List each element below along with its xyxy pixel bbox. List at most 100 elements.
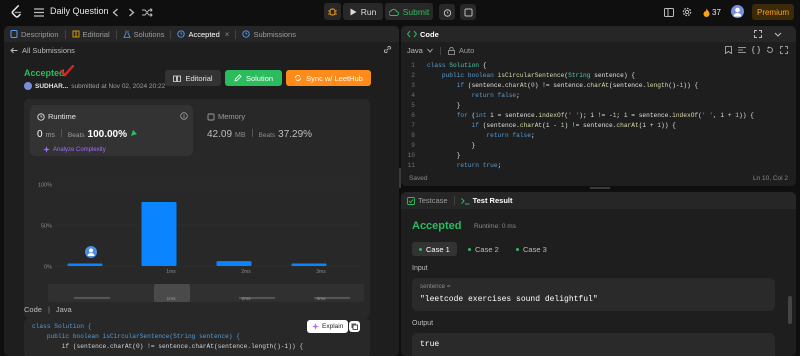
tab-description[interactable]: Description bbox=[4, 26, 65, 42]
premium-button[interactable]: Premium bbox=[752, 4, 794, 20]
tab-test-result-label: Test Result bbox=[472, 196, 513, 205]
leetcode-logo-icon[interactable] bbox=[10, 5, 23, 19]
pass-dot-icon bbox=[516, 247, 519, 251]
format-code-icon[interactable] bbox=[738, 46, 746, 54]
submitter-name[interactable]: SUDHAR... bbox=[35, 83, 68, 90]
runtime-unit: ms bbox=[45, 132, 55, 139]
stat-divider bbox=[251, 129, 253, 137]
arrow-left-icon bbox=[10, 47, 18, 54]
tab-code[interactable]: Code bbox=[401, 26, 445, 42]
run-button[interactable]: Run bbox=[343, 3, 383, 20]
input-variable-value: "leetcode exercises sound delightful" bbox=[420, 295, 598, 304]
fullscreen-icon[interactable] bbox=[780, 46, 788, 54]
tab-editorial[interactable]: Editorial bbox=[66, 26, 116, 42]
performance-card: Runtime 0 ms Beats 100.00% Analyze Compl… bbox=[24, 99, 370, 318]
party-emoji-icon bbox=[131, 130, 138, 136]
clock-icon bbox=[37, 113, 45, 121]
memory-chip-icon bbox=[207, 113, 215, 121]
debug-button[interactable] bbox=[324, 3, 341, 20]
avatar-person-icon bbox=[733, 7, 742, 17]
language-selector[interactable]: Java Auto bbox=[407, 46, 474, 55]
tab-code-label: Code bbox=[420, 29, 439, 39]
shuffle-icon[interactable] bbox=[141, 6, 153, 18]
code-preview-line-1: class Solution { bbox=[32, 323, 91, 333]
all-submissions-link[interactable]: All Submissions bbox=[10, 46, 75, 55]
copy-code-button[interactable] bbox=[349, 321, 360, 332]
slider-tick-label: 1ms bbox=[166, 296, 176, 302]
horizontal-resize-handle[interactable] bbox=[590, 187, 610, 189]
code-token: 1 bbox=[735, 112, 739, 119]
tab-submissions[interactable]: Submissions bbox=[236, 26, 302, 42]
code-token: for bbox=[456, 112, 468, 119]
line-number: 5 bbox=[411, 102, 415, 109]
case-3-tab[interactable]: Case 3 bbox=[509, 242, 554, 256]
notes-button[interactable] bbox=[460, 4, 476, 20]
vertical-resize-handle[interactable] bbox=[399, 168, 401, 188]
y-tick-label: 50% bbox=[41, 224, 52, 230]
bookmark-icon[interactable] bbox=[725, 46, 732, 54]
explain-button[interactable]: Explain bbox=[307, 320, 349, 333]
braces-icon[interactable] bbox=[752, 46, 760, 54]
code-preview-line-2: public boolean isCircularSentence(String… bbox=[32, 333, 240, 343]
line-text: public boolean isCircularSentence(String… bbox=[441, 72, 635, 79]
problem-list-icon[interactable] bbox=[33, 6, 45, 18]
tab-testcase[interactable]: Testcase bbox=[401, 193, 454, 209]
problem-list-title[interactable]: Daily Question bbox=[50, 6, 109, 16]
code-token: if bbox=[471, 122, 479, 129]
red-checkmark-icon bbox=[60, 65, 74, 77]
close-tab-icon[interactable]: × bbox=[225, 30, 230, 39]
note-icon bbox=[464, 8, 472, 16]
solution-button[interactable]: Solution bbox=[225, 70, 282, 86]
share-link-icon[interactable] bbox=[383, 45, 392, 54]
runtime-beats-label: Beats bbox=[67, 132, 85, 139]
chevron-down-icon bbox=[426, 48, 433, 53]
sparkle-icon bbox=[43, 146, 50, 153]
explain-button-label: Explain bbox=[322, 323, 344, 330]
submit-button[interactable]: Submit bbox=[385, 3, 433, 20]
case-3-label: Case 3 bbox=[523, 244, 547, 254]
timer-button[interactable] bbox=[439, 4, 455, 20]
prev-question-icon[interactable] bbox=[109, 6, 121, 18]
tab-accepted[interactable]: Accepted × bbox=[171, 26, 235, 42]
memory-beats-value: 37.29% bbox=[278, 129, 313, 140]
streak-counter[interactable]: 37 bbox=[700, 5, 724, 19]
pencil-edit-icon bbox=[234, 74, 242, 82]
cloud-upload-icon bbox=[388, 8, 399, 16]
case-2-tab[interactable]: Case 2 bbox=[461, 242, 506, 256]
memory-card[interactable]: Memory 42.09 MB Beats 37.29% bbox=[200, 105, 363, 156]
console-tab-bar: Testcase Test Result bbox=[401, 192, 796, 209]
code-token: String bbox=[568, 72, 591, 79]
settings-gear-icon[interactable] bbox=[681, 6, 693, 18]
code-token: if bbox=[456, 82, 465, 89]
user-avatar[interactable] bbox=[731, 5, 744, 18]
reset-code-icon[interactable] bbox=[766, 46, 774, 54]
next-question-icon[interactable] bbox=[125, 6, 137, 18]
case-1-tab[interactable]: Case 1 bbox=[412, 242, 457, 256]
fire-icon bbox=[703, 8, 710, 17]
runtime-distribution-chart[interactable]: 100% 50% 0% 1ms 2ms 3ms 1ms 2ms 3ms bbox=[24, 181, 370, 318]
code-preview-header: Code | Java bbox=[24, 305, 72, 314]
history-icon bbox=[177, 30, 186, 38]
sync-leethub-button[interactable]: Sync w/ LeetHub bbox=[286, 70, 371, 86]
runtime-card[interactable]: Runtime 0 ms Beats 100.00% Analyze Compl… bbox=[30, 105, 193, 156]
code-editor-panel: Code Java Auto 1 class Solution { 2 publi… bbox=[401, 26, 796, 186]
tab-editorial-label: Editorial bbox=[82, 29, 110, 39]
analyze-complexity-link[interactable]: Analyze Complexity bbox=[43, 146, 106, 153]
line-number: 4 bbox=[411, 92, 415, 99]
maximize-icon[interactable] bbox=[754, 30, 762, 38]
console-scrollbar[interactable] bbox=[788, 296, 792, 324]
runtime-value: 0 bbox=[37, 129, 43, 140]
layout-icon[interactable] bbox=[663, 6, 675, 18]
code-token: charAt bbox=[519, 122, 543, 129]
info-icon[interactable] bbox=[180, 112, 188, 120]
line-number: 2 bbox=[411, 72, 415, 79]
memory-unit: MB bbox=[235, 132, 246, 139]
tab-submissions-label: Submissions bbox=[253, 29, 296, 39]
tab-test-result[interactable]: Test Result bbox=[455, 193, 519, 209]
tab-solutions[interactable]: Solutions bbox=[117, 26, 171, 42]
collapse-icon[interactable] bbox=[774, 30, 782, 38]
line-number: 3 bbox=[411, 82, 415, 89]
code-area[interactable]: 1 class Solution { 2 public boolean isCir… bbox=[401, 62, 796, 170]
line-text: return false; bbox=[486, 132, 535, 139]
editorial-button[interactable]: Editorial bbox=[165, 70, 221, 86]
